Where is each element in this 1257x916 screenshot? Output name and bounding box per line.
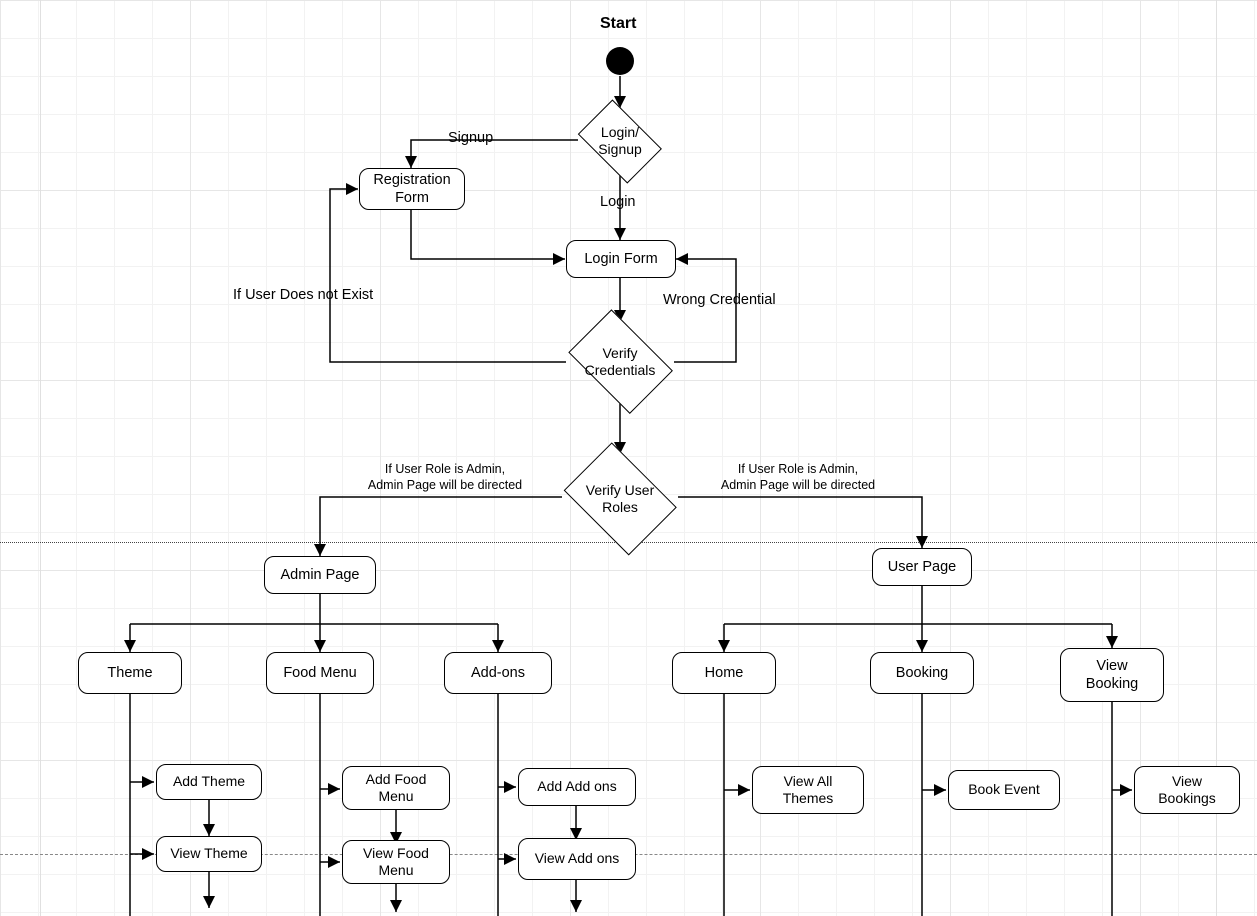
node-registration-form: Registration Form [359, 168, 465, 210]
edge-role-admin-right: If User Role is Admin, Admin Page will b… [708, 462, 888, 493]
node-booking: Booking [870, 652, 974, 694]
node-add-theme: Add Theme [156, 764, 262, 800]
node-book-event: Book Event [948, 770, 1060, 810]
start-label: Start [600, 15, 636, 33]
decision-verify-credentials-label: Verify Credentials [560, 320, 680, 404]
node-view-theme: View Theme [156, 836, 262, 872]
node-view-booking: View Booking [1060, 648, 1164, 702]
decision-verify-roles: Verify User Roles [556, 452, 684, 546]
edge-user-not-exist: If User Does not Exist [233, 287, 373, 303]
node-addons: Add-ons [444, 652, 552, 694]
decision-verify-roles-label: Verify User Roles [556, 452, 684, 546]
start-node [606, 47, 634, 75]
node-food-menu: Food Menu [266, 652, 374, 694]
node-add-food-menu: Add Food Menu [342, 766, 450, 810]
node-view-bookings: View Bookings [1134, 766, 1240, 814]
node-view-all-themes: View All Themes [752, 766, 864, 814]
node-view-addons: View Add ons [518, 838, 636, 880]
diagram-canvas: Start Login/ Signup Verify Credentials V… [0, 0, 1257, 916]
node-view-food-menu: View Food Menu [342, 840, 450, 884]
edge-role-admin-left: If User Role is Admin, Admin Page will b… [355, 462, 535, 493]
node-login-form: Login Form [566, 240, 676, 278]
node-home: Home [672, 652, 776, 694]
decision-verify-credentials: Verify Credentials [560, 320, 680, 404]
grid-edge-left [40, 0, 41, 916]
decision-login-signup: Login/ Signup [572, 108, 668, 174]
edge-login: Login [600, 194, 635, 210]
decision-login-signup-label: Login/ Signup [572, 108, 668, 174]
node-admin-page: Admin Page [264, 556, 376, 594]
node-theme: Theme [78, 652, 182, 694]
edge-signup: Signup [448, 130, 493, 146]
edge-wrong-credential: Wrong Credential [663, 292, 776, 308]
node-user-page: User Page [872, 548, 972, 586]
node-add-addons: Add Add ons [518, 768, 636, 806]
